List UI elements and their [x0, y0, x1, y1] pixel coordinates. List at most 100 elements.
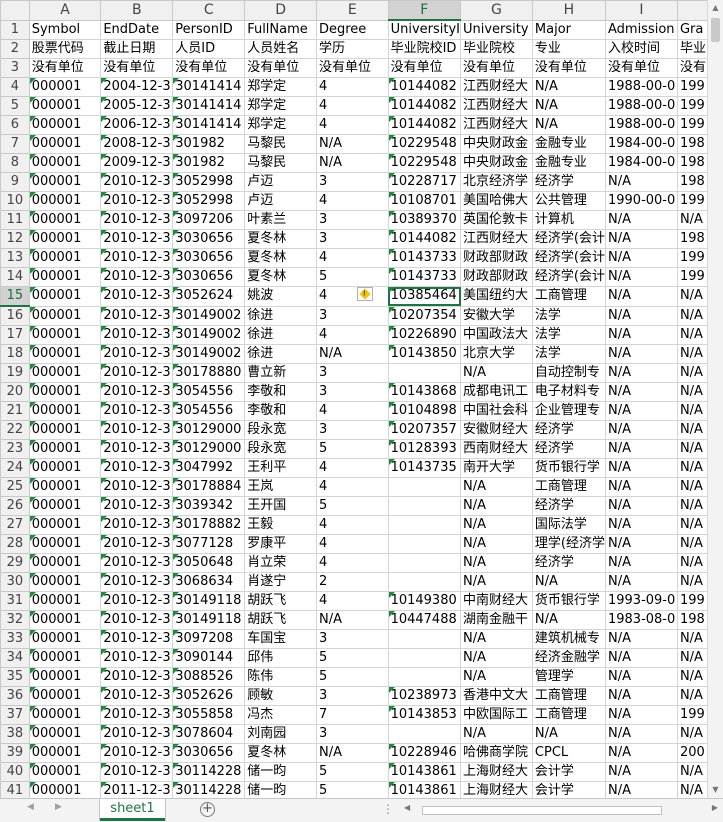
cell[interactable]: 没有单位: [604, 58, 678, 78]
cell[interactable]: 2009-12-3: [100, 153, 174, 173]
cell[interactable]: 2010-12-3: [100, 191, 174, 211]
cell[interactable]: 5: [315, 762, 389, 782]
cell[interactable]: 000001: [28, 629, 102, 649]
cell[interactable]: 3030656: [172, 743, 246, 763]
row-header[interactable]: 4: [0, 77, 30, 97]
cell[interactable]: 上海财经大: [460, 762, 533, 782]
row-header[interactable]: 29: [0, 553, 30, 573]
column-header[interactable]: C: [172, 0, 246, 21]
cell[interactable]: 10229548: [387, 153, 462, 173]
row-header[interactable]: 2: [0, 39, 30, 59]
cell[interactable]: 200: [676, 743, 708, 763]
cell[interactable]: 3047992: [172, 458, 246, 478]
cell[interactable]: 2010-12-3: [100, 401, 174, 421]
cell[interactable]: 30178884: [172, 477, 246, 497]
cell[interactable]: N/A: [315, 134, 389, 154]
cell[interactable]: 000001: [28, 96, 102, 116]
cell[interactable]: 中央财政金: [460, 153, 533, 173]
cell[interactable]: 198: [676, 610, 708, 630]
cell[interactable]: 1993-09-0: [604, 591, 678, 611]
cell[interactable]: 000001: [28, 610, 102, 630]
cell[interactable]: 3055858: [172, 705, 246, 725]
cell[interactable]: 000001: [28, 781, 102, 798]
row-header[interactable]: 30: [0, 572, 30, 592]
cell[interactable]: 3: [315, 724, 389, 744]
cell[interactable]: N/A: [676, 762, 708, 782]
cell[interactable]: 000001: [28, 115, 102, 135]
cell[interactable]: 3052998: [172, 191, 246, 211]
cell[interactable]: 胡跃飞: [244, 591, 317, 611]
cell[interactable]: Gra: [676, 19, 708, 40]
cell[interactable]: 2010-12-3: [100, 610, 174, 630]
cell[interactable]: 1984-00-0: [604, 134, 678, 154]
cell[interactable]: 人员ID: [172, 39, 246, 59]
cell[interactable]: 学历: [315, 39, 389, 59]
cell[interactable]: 没有单位: [531, 58, 606, 78]
vertical-scroll-thumb[interactable]: [711, 18, 720, 42]
cell[interactable]: 国际法学: [531, 515, 606, 535]
cell[interactable]: 刘南园: [244, 724, 317, 744]
cell[interactable]: 199: [676, 705, 708, 725]
cell[interactable]: 000001: [28, 515, 102, 535]
row-header[interactable]: 38: [0, 724, 30, 744]
cell[interactable]: 2011-12-3: [100, 781, 174, 798]
cell[interactable]: 2006-12-3: [100, 115, 174, 135]
cell[interactable]: 3: [315, 305, 389, 326]
cell[interactable]: N/A: [676, 210, 708, 230]
cell[interactable]: 经济学: [531, 553, 606, 573]
cell[interactable]: 经济学(会计: [531, 229, 606, 249]
cell[interactable]: 198: [676, 134, 708, 154]
cell[interactable]: 2010-12-3: [100, 591, 174, 611]
cell[interactable]: 10143733: [387, 248, 462, 268]
cell[interactable]: 李敬和: [244, 401, 317, 421]
cell[interactable]: N/A: [604, 762, 678, 782]
cell[interactable]: 2010-12-3: [100, 458, 174, 478]
cell[interactable]: 000001: [28, 286, 102, 307]
cell[interactable]: 10229548: [387, 134, 462, 154]
cell[interactable]: 3030656: [172, 267, 246, 287]
cell[interactable]: 4: [315, 553, 389, 573]
cell[interactable]: 000001: [28, 382, 102, 402]
cell[interactable]: 000001: [28, 344, 102, 364]
cell[interactable]: 卢迈: [244, 172, 317, 192]
cell[interactable]: 财政部财政: [460, 248, 533, 268]
cell[interactable]: 郑学定: [244, 77, 317, 97]
cell[interactable]: 301982: [172, 153, 246, 173]
cell[interactable]: N/A: [604, 686, 678, 706]
cell[interactable]: EndDate: [100, 19, 174, 40]
row-header[interactable]: 19: [0, 363, 30, 383]
cell[interactable]: 2004-12-3: [100, 77, 174, 97]
cell[interactable]: 000001: [28, 77, 102, 97]
cell[interactable]: 3088526: [172, 667, 246, 687]
cell[interactable]: N/A: [604, 496, 678, 516]
row-header[interactable]: 33: [0, 629, 30, 649]
cell[interactable]: 冯杰: [244, 705, 317, 725]
cell[interactable]: 3: [315, 210, 389, 230]
cell[interactable]: 10143861: [387, 762, 462, 782]
row-header[interactable]: 1: [0, 19, 30, 40]
cell[interactable]: 4: [315, 286, 389, 307]
column-header[interactable]: [676, 0, 708, 21]
cell[interactable]: 中欧国际工: [460, 705, 533, 725]
cell[interactable]: [387, 724, 462, 744]
cell[interactable]: 法学: [531, 325, 606, 345]
cell[interactable]: 30129000: [172, 420, 246, 440]
cell[interactable]: N/A: [604, 648, 678, 668]
cell[interactable]: 3039342: [172, 496, 246, 516]
cell[interactable]: 2010-12-3: [100, 439, 174, 459]
row-header[interactable]: 20: [0, 382, 30, 402]
cell[interactable]: N/A: [460, 477, 533, 497]
cell[interactable]: 30149118: [172, 610, 246, 630]
cell[interactable]: 卢迈: [244, 191, 317, 211]
cell[interactable]: 1990-00-0: [604, 191, 678, 211]
cell[interactable]: 30114228: [172, 781, 246, 798]
cell[interactable]: 10143861: [387, 781, 462, 798]
row-header[interactable]: 15: [0, 286, 30, 307]
cell[interactable]: 000001: [28, 705, 102, 725]
column-header[interactable]: A: [28, 0, 102, 21]
cell[interactable]: 北京大学: [460, 344, 533, 364]
cell[interactable]: 3: [315, 420, 389, 440]
cell[interactable]: 000001: [28, 648, 102, 668]
vertical-scrollbar[interactable]: ▲ ▼: [707, 0, 723, 798]
cell[interactable]: 经济学: [531, 496, 606, 516]
